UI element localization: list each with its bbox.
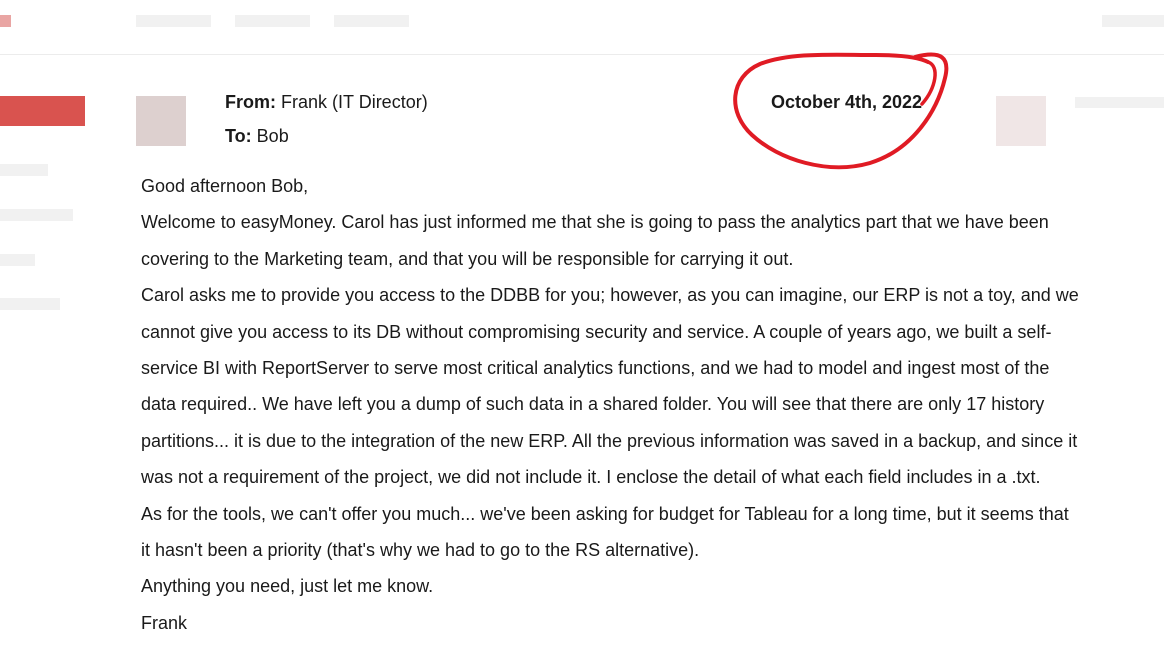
from-line: From: Frank (IT Director)	[225, 92, 428, 113]
body-line: cannot give you access to its DB without…	[141, 321, 1052, 342]
right-panel-item[interactable]	[1075, 97, 1164, 108]
from-label: From:	[225, 92, 276, 112]
avatar	[136, 96, 186, 146]
top-toolbar	[0, 0, 1164, 55]
sidebar-item-4[interactable]	[0, 298, 60, 310]
body-line: it hasn't been a priority (that's why we…	[141, 539, 700, 560]
app-icon[interactable]	[0, 15, 11, 27]
body-line: covering to the Marketing team, and that…	[141, 248, 794, 269]
toolbar-item-right[interactable]	[1102, 15, 1164, 27]
body-line: was not a requirement of the project, we…	[141, 467, 1041, 488]
toolbar-item-2[interactable]	[235, 15, 310, 27]
recipient-avatar	[996, 96, 1046, 146]
email-body: Good afternoon Bob, Welcome to easyMoney…	[141, 172, 1131, 645]
body-line: service BI with ReportServer to serve mo…	[141, 357, 1050, 378]
sidebar-item-2[interactable]	[0, 209, 73, 221]
body-line: data required.. We have left you a dump …	[141, 394, 1045, 415]
body-line: Anything you need, just let me know.	[141, 576, 434, 597]
body-line: Good afternoon Bob,	[141, 176, 309, 196]
to-label: To:	[225, 126, 252, 146]
toolbar-item-3[interactable]	[334, 15, 409, 27]
body-line: Carol asks me to provide you access to t…	[141, 285, 1079, 306]
body-line: partitions... it is due to the integrati…	[141, 430, 1078, 451]
to-value[interactable]: Bob	[257, 126, 289, 146]
toolbar-item-1[interactable]	[136, 15, 211, 27]
body-line: Welcome to easyMoney. Carol has just inf…	[141, 212, 1049, 233]
body-line: Frank	[141, 612, 188, 633]
email-date: October 4th, 2022	[771, 92, 923, 112]
from-value[interactable]: Frank (IT Director)	[281, 92, 428, 112]
compose-button[interactable]	[0, 96, 85, 126]
sidebar-item-3[interactable]	[0, 254, 35, 266]
to-line: To: Bob	[225, 126, 289, 147]
sidebar-item-1[interactable]	[0, 164, 48, 176]
body-line: As for the tools, we can't offer you muc…	[141, 503, 1069, 524]
